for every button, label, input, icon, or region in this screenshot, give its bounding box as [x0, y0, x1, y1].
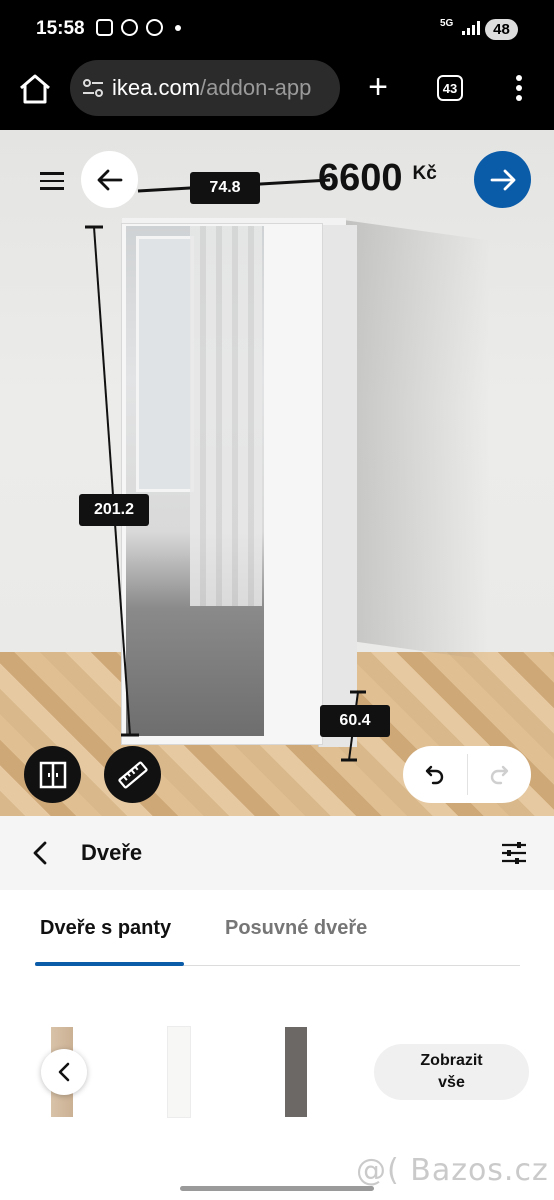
next-button[interactable] — [474, 151, 531, 208]
url-path: /addon-app — [200, 75, 312, 100]
height-dimension-label: 201.2 — [79, 494, 149, 526]
home-indicator[interactable] — [180, 1186, 374, 1191]
wardrobe-doors-icon — [39, 761, 66, 788]
undo-redo-group — [403, 746, 531, 803]
arrow-left-icon — [97, 169, 122, 190]
show-all-button[interactable]: Zobrazit vše — [374, 1044, 529, 1100]
browser-menu-icon[interactable] — [510, 74, 528, 102]
status-time: 15:58 — [36, 18, 85, 39]
undo-icon — [425, 765, 443, 784]
active-tab-indicator — [35, 962, 184, 966]
home-icon[interactable] — [18, 74, 52, 104]
redo-button[interactable] — [468, 746, 532, 803]
new-tab-button[interactable]: + — [363, 70, 393, 104]
battery-icon: 48 — [485, 19, 518, 40]
undo-button[interactable] — [403, 746, 467, 803]
screenshot-icon — [96, 19, 113, 36]
width-dimension-label: 74.8 — [190, 172, 260, 204]
site-settings-icon[interactable] — [82, 78, 104, 98]
tab-sliding-doors[interactable]: Posuvné dveře — [225, 917, 367, 940]
door-option-dark-grey[interactable] — [285, 1027, 307, 1117]
network-type: 5G — [440, 18, 454, 29]
filter-settings-icon[interactable] — [501, 840, 527, 866]
signal-icon — [462, 21, 480, 35]
chevron-left-icon[interactable] — [30, 840, 50, 866]
carousel-prev-button[interactable] — [41, 1049, 87, 1095]
measurements-button[interactable] — [104, 746, 161, 803]
messenger-icon — [121, 19, 138, 36]
menu-button[interactable] — [40, 172, 64, 190]
panel-title: Dveře — [81, 840, 143, 865]
watermark: @( Bazos.cz — [356, 1153, 549, 1188]
address-bar[interactable]: ikea.com/addon-app — [70, 60, 340, 116]
price: 6600 Kč — [318, 157, 437, 200]
toggle-doors-button[interactable] — [24, 746, 81, 803]
tab-switcher-button[interactable]: 43 — [437, 75, 463, 101]
redo-icon — [491, 765, 509, 784]
depth-dimension-label: 60.4 — [320, 705, 390, 737]
ruler-icon — [117, 760, 148, 789]
price-currency: Kč — [412, 163, 437, 184]
more-notifications-icon — [175, 24, 181, 31]
price-value: 6600 — [318, 157, 403, 199]
alarm-icon — [146, 19, 163, 36]
status-bar: 15:58 5G 48 — [0, 0, 554, 60]
back-button[interactable] — [81, 151, 138, 208]
url-domain: ikea.com — [112, 75, 201, 100]
chevron-left-icon — [58, 1062, 70, 1082]
show-all-label: Zobrazit vše — [420, 1052, 483, 1091]
door-option-white[interactable] — [168, 1027, 190, 1117]
arrow-right-icon — [490, 169, 515, 190]
dimension-lines — [85, 178, 366, 762]
notification-icons — [96, 19, 181, 36]
tab-hinged-doors[interactable]: Dveře s panty — [40, 917, 171, 940]
